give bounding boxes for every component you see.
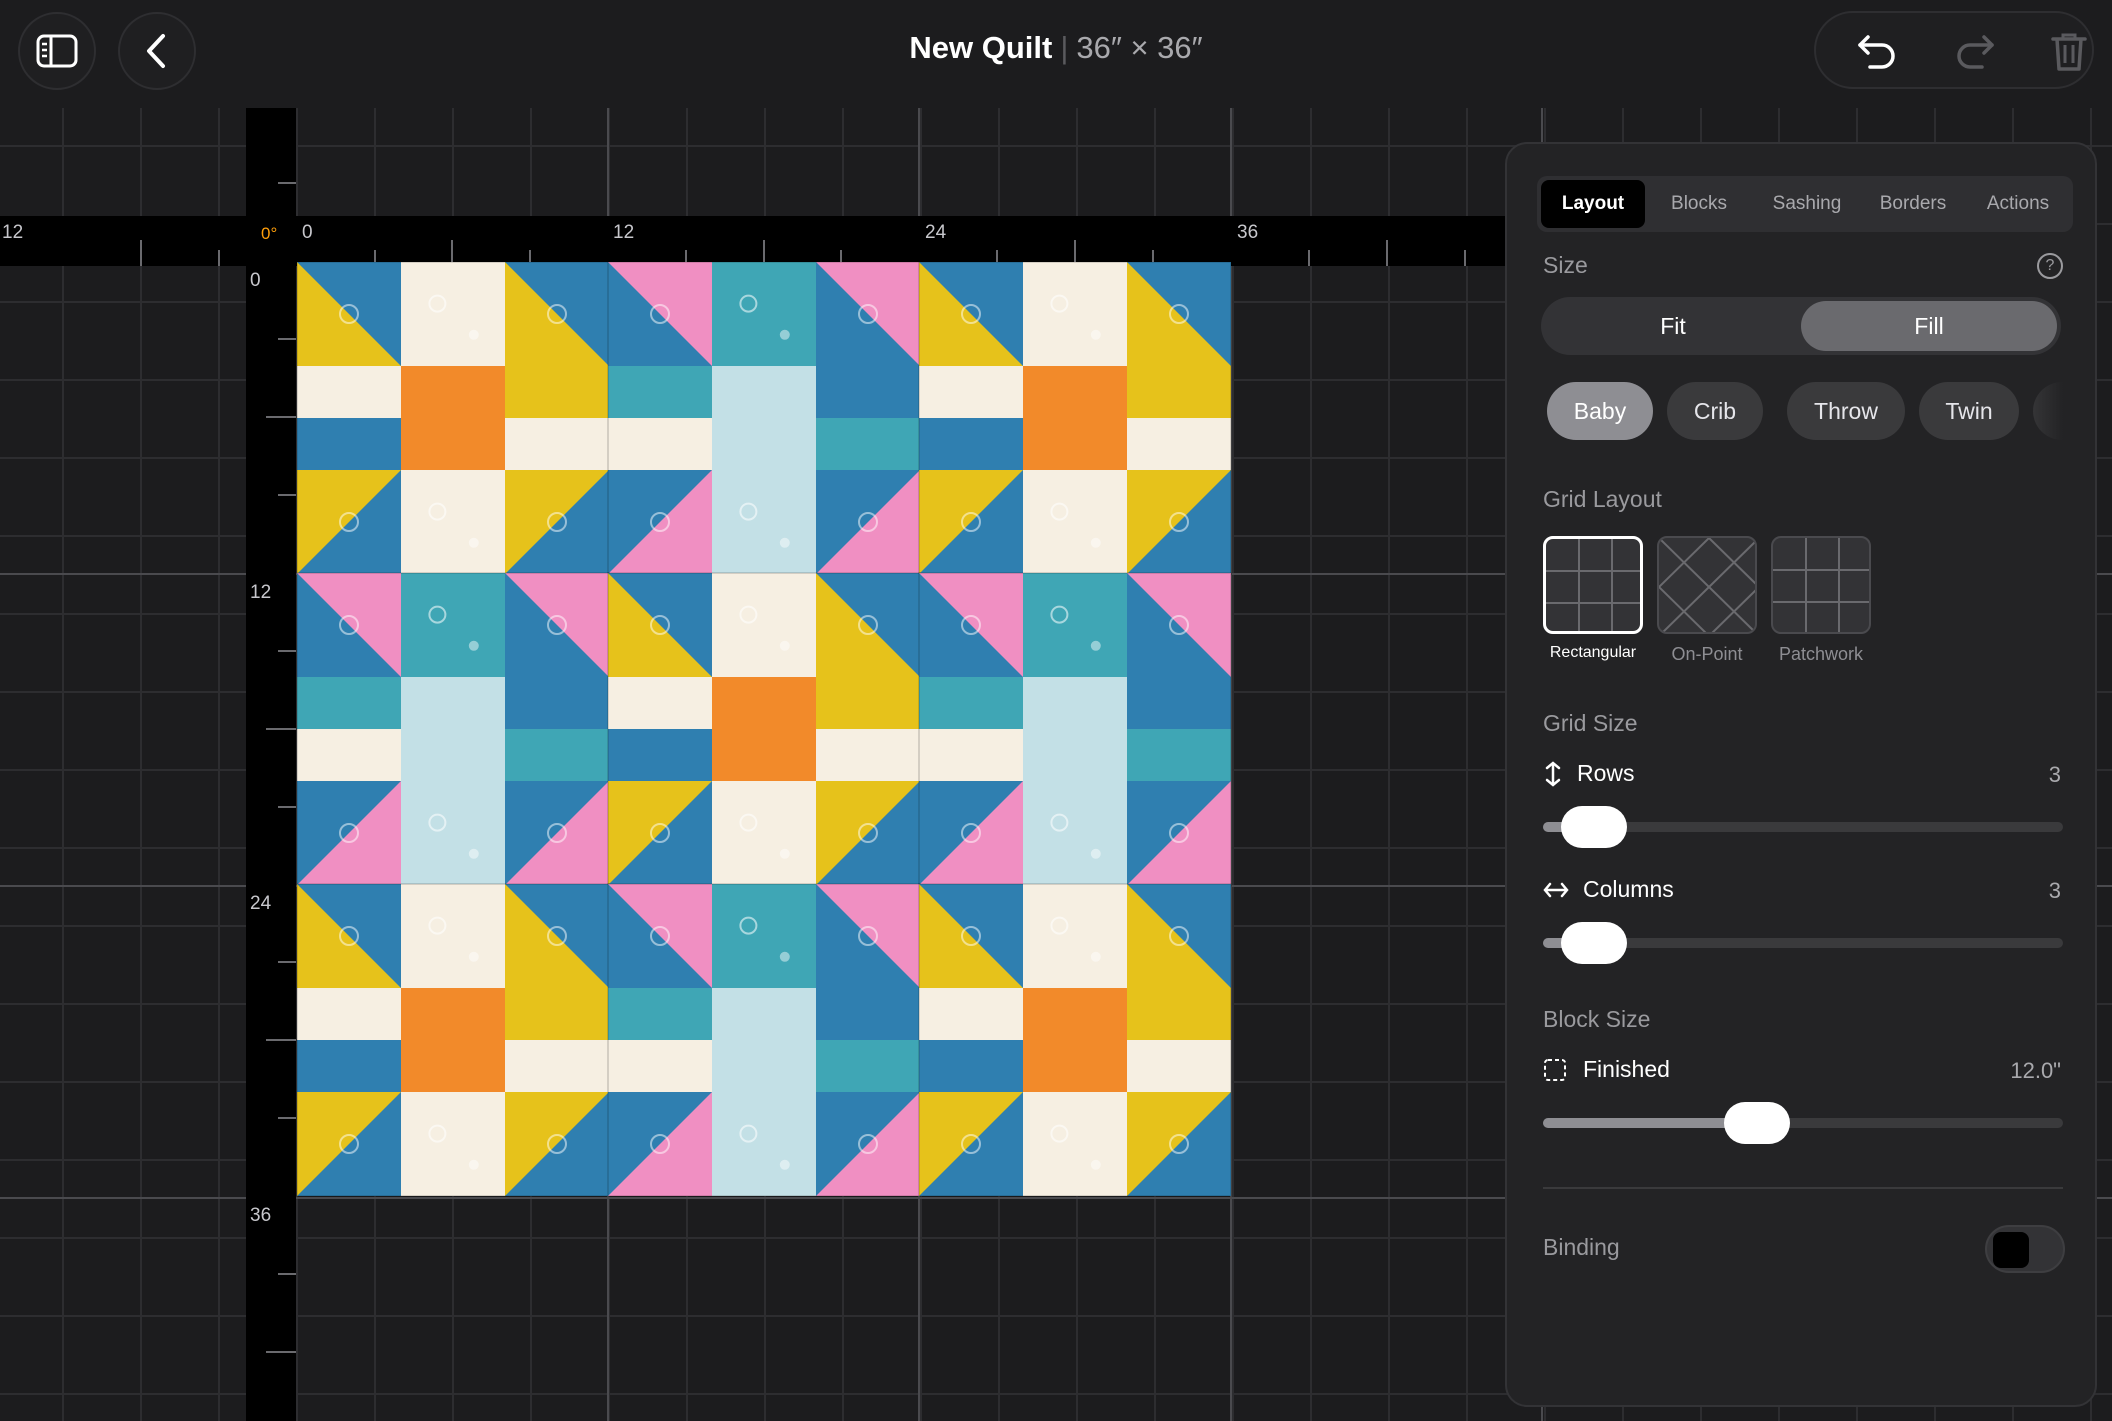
patchwork-grid-icon	[1773, 538, 1869, 632]
grid-layout-title: Grid Layout	[1543, 486, 1662, 512]
columns-label: Columns	[1583, 876, 1674, 902]
grid-option-label: On-Point	[1671, 644, 1743, 664]
section-divider	[1543, 1187, 2063, 1189]
ruler-label: 24	[250, 893, 272, 914]
undo-button[interactable]	[1856, 31, 1898, 73]
grid-option-label: Rectangular	[1549, 644, 1637, 661]
rotation-label: 0°	[261, 224, 278, 243]
columns-slider[interactable]	[1543, 922, 2063, 964]
size-section-title: Size	[1543, 252, 1588, 278]
size-preset-chips: Baby Crib Throw Twin F	[1547, 382, 2063, 442]
binding-title: Binding	[1543, 1234, 1620, 1260]
rectangular-grid-icon	[1546, 539, 1640, 631]
finished-label-row: Finished	[1543, 1056, 1670, 1083]
ruler-label: 0	[250, 270, 261, 291]
tab-layout[interactable]: Layout	[1541, 180, 1645, 228]
rows-value: 3	[2048, 762, 2061, 787]
ruler-label: 12	[613, 222, 635, 243]
undo-icon	[1858, 35, 1895, 69]
grid-size-title: Grid Size	[1543, 710, 1638, 736]
document-title: New Quilt | 36″ × 36″	[0, 30, 2112, 66]
finished-label: Finished	[1583, 1056, 1670, 1082]
chip-baby[interactable]: Baby	[1547, 382, 1653, 440]
tab-actions[interactable]: Actions	[1967, 180, 2069, 228]
on-point-grid-icon	[1659, 538, 1755, 632]
grid-option-rectangular[interactable]	[1543, 536, 1643, 634]
help-icon[interactable]: ?	[2037, 253, 2063, 279]
finished-value: 12.0"	[2010, 1058, 2061, 1083]
rows-label-row: Rows	[1543, 760, 1635, 787]
rows-label: Rows	[1577, 760, 1635, 786]
top-bar: New Quilt | 36″ × 36″	[0, 0, 2112, 108]
delete-button[interactable]	[2048, 31, 2090, 73]
grid-option-on-point[interactable]	[1657, 536, 1757, 634]
quilt-preview[interactable]	[296, 261, 1232, 1197]
quilt-dimensions: 36″ × 36″	[1076, 30, 1203, 65]
chip-throw[interactable]: Throw	[1787, 382, 1905, 440]
rows-slider-thumb[interactable]	[1561, 806, 1627, 848]
fill-option[interactable]: Fill	[1801, 301, 2057, 351]
binding-color-toggle[interactable]	[1985, 1225, 2065, 1273]
grid-option-patchwork[interactable]	[1771, 536, 1871, 634]
block-size-slider[interactable]	[1543, 1102, 2063, 1144]
fit-option[interactable]: Fit	[1545, 301, 1801, 351]
columns-slider-thumb[interactable]	[1561, 922, 1627, 964]
horizontal-ruler: 12 0° 0 12 24 36	[0, 216, 1506, 266]
redo-button[interactable]	[1954, 31, 1996, 73]
block-size-slider-thumb[interactable]	[1724, 1102, 1790, 1144]
dashed-square-icon	[1544, 1058, 1566, 1081]
rows-slider[interactable]	[1543, 806, 2063, 848]
chip-crib[interactable]: Crib	[1667, 382, 1763, 440]
tab-borders[interactable]: Borders	[1861, 180, 1965, 228]
binding-color-swatch	[1993, 1232, 2029, 1268]
panel-tabs: Layout Blocks Sashing Borders Actions	[1537, 176, 2073, 232]
tab-sashing[interactable]: Sashing	[1753, 180, 1861, 228]
inspector-panel: Layout Blocks Sashing Borders Actions Si…	[1505, 142, 2097, 1407]
quilt-blocks	[296, 261, 1232, 1197]
block-size-title: Block Size	[1543, 1006, 1651, 1032]
edit-actions-group	[1814, 11, 2094, 89]
columns-label-row: Columns	[1543, 876, 1674, 903]
tab-blocks[interactable]: Blocks	[1649, 180, 1749, 228]
ruler-label: 36	[1237, 222, 1259, 243]
horizontal-arrows-icon	[1543, 882, 1569, 897]
ruler-label: 12	[250, 582, 272, 603]
redo-icon	[1957, 35, 1994, 69]
ruler-label: 0	[302, 222, 313, 243]
ruler-label: 24	[925, 222, 947, 243]
columns-value: 3	[2048, 878, 2061, 903]
title-separator: |	[1060, 30, 1069, 65]
quilt-name: New Quilt	[909, 30, 1053, 65]
ruler-label: 12	[2, 222, 24, 243]
trash-icon	[2051, 33, 2087, 71]
vertical-arrows-icon	[1545, 760, 1561, 787]
chip-twin[interactable]: Twin	[1919, 382, 2019, 440]
fit-fill-control: Fit Fill	[1541, 297, 2061, 355]
grid-option-label: Patchwork	[1778, 644, 1864, 664]
ruler-label: 36	[250, 1205, 272, 1226]
vertical-ruler: 0 12 24 36	[246, 108, 296, 1421]
